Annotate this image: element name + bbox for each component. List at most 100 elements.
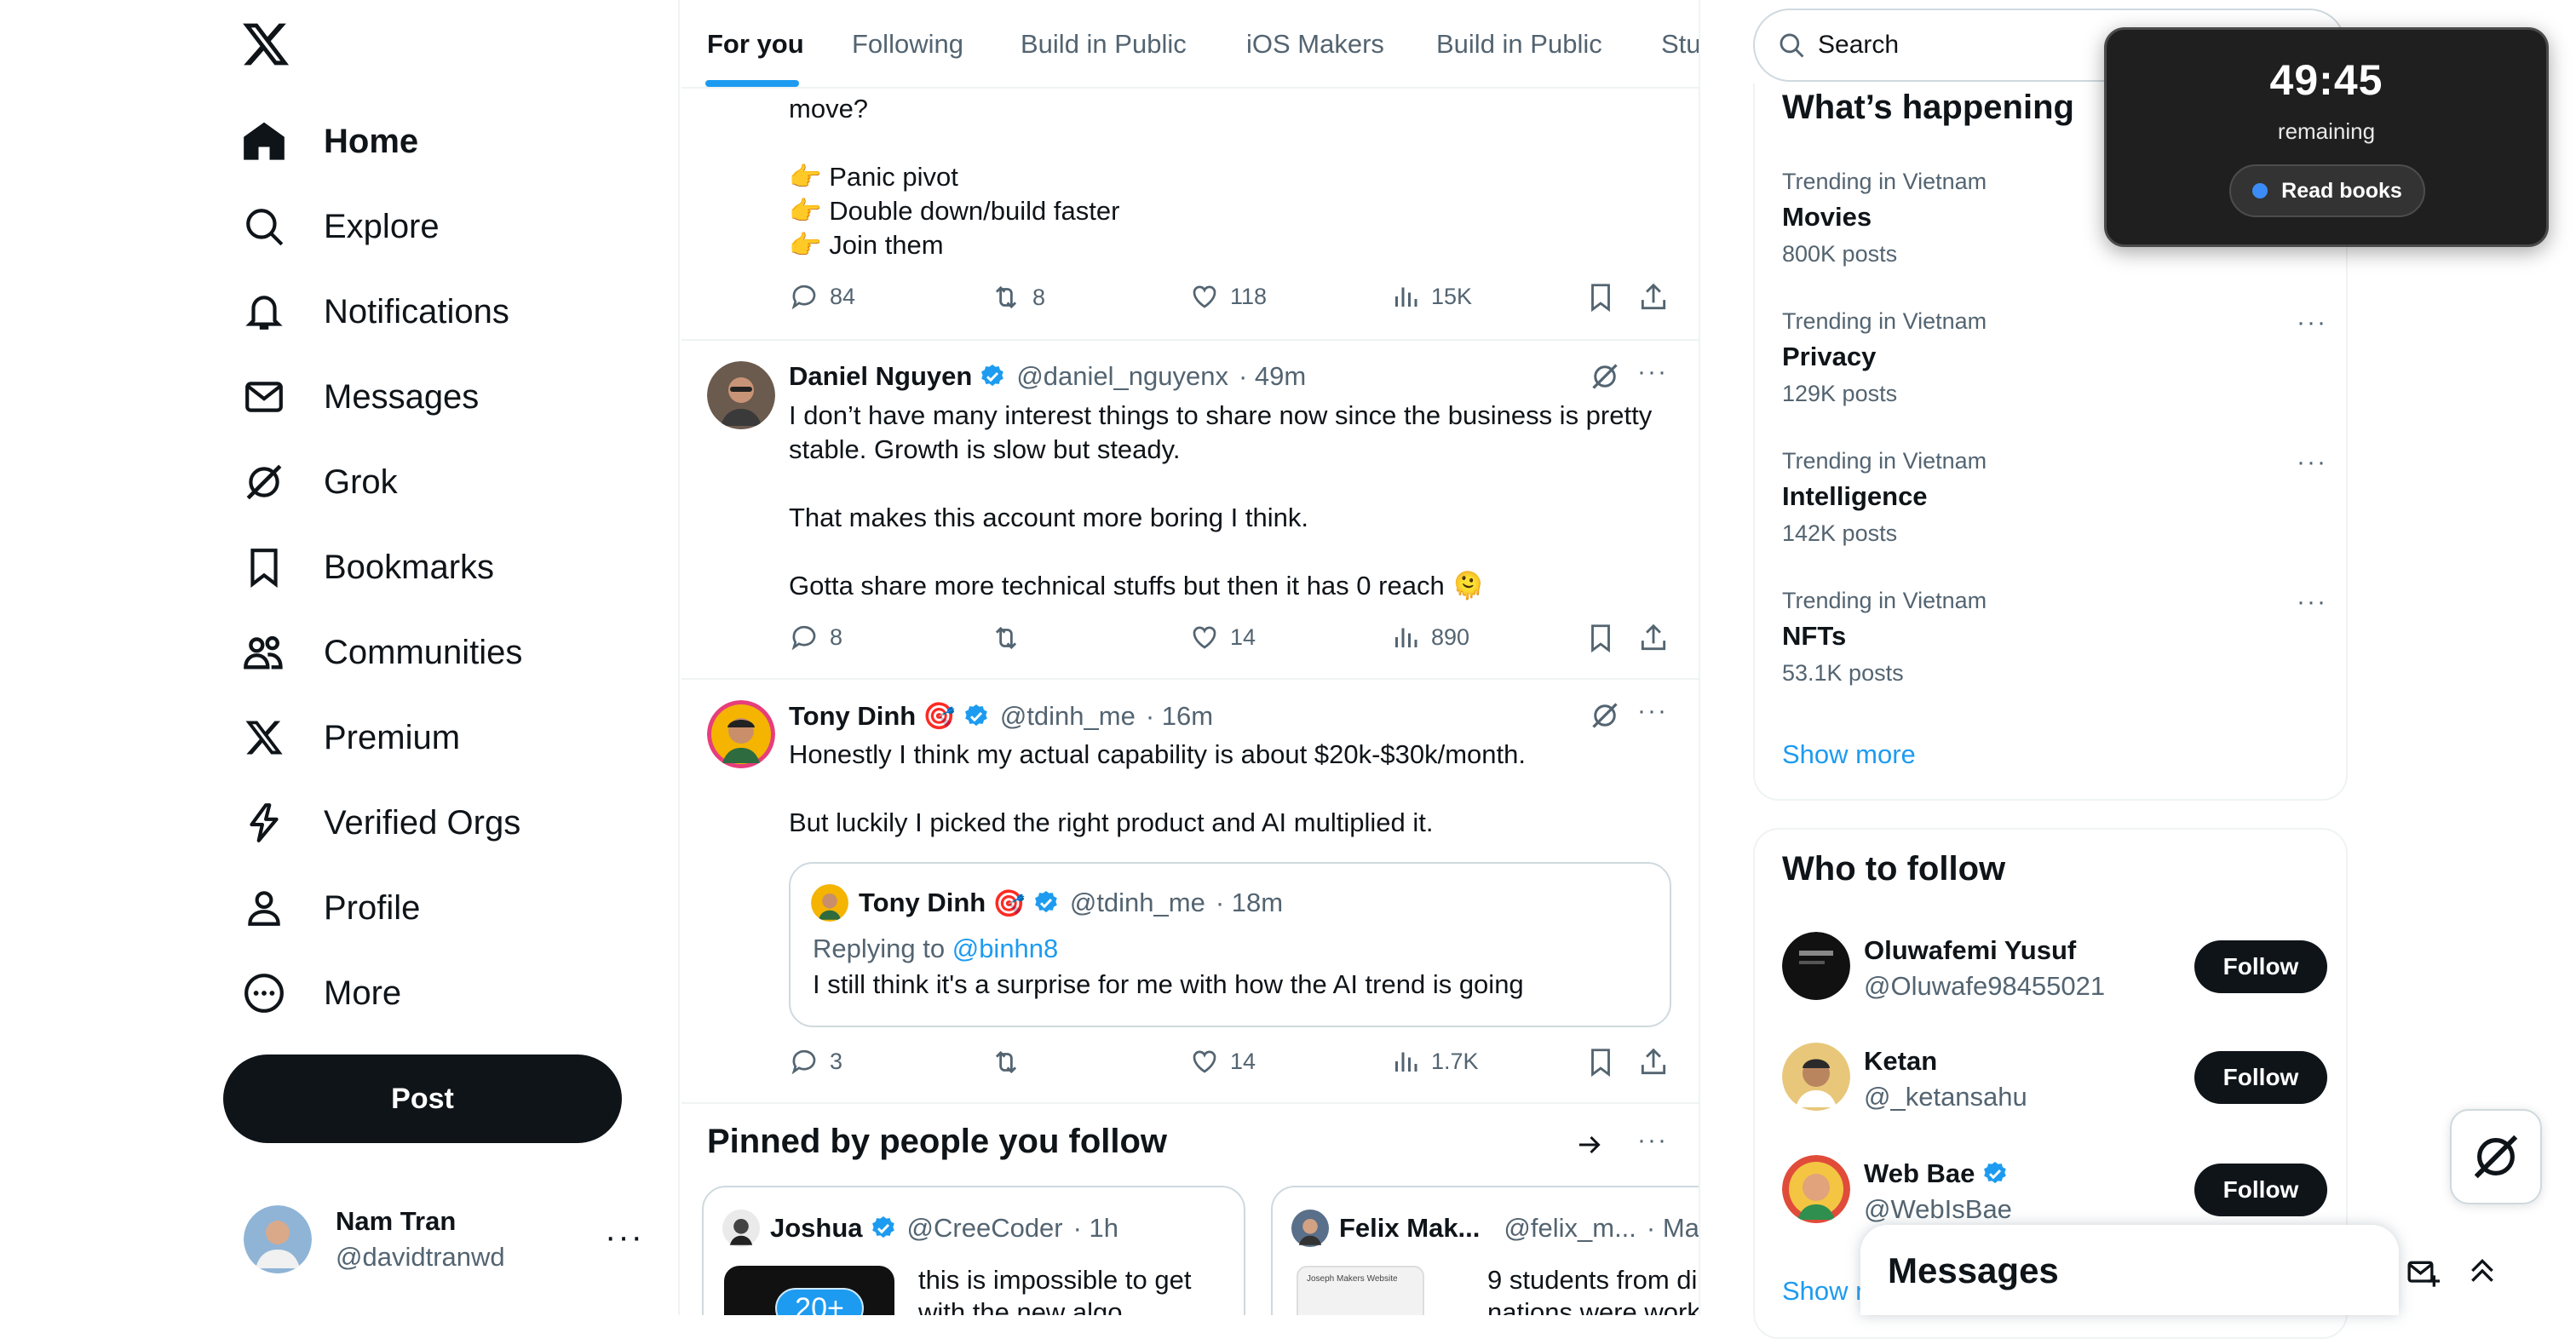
pinned-card[interactable]: Joshua @CreeCoder · 1h 20+ this is impos… xyxy=(702,1186,1245,1315)
nav-label-profile: Profile xyxy=(324,888,421,927)
avatar[interactable] xyxy=(707,700,775,768)
show-more-link[interactable]: Show more xyxy=(1782,739,1916,770)
timeline: For you Following Build in Public iOS Ma… xyxy=(681,0,1700,1315)
trend-item[interactable]: Trending in Vietnam NFTs 53.1K posts ··· xyxy=(1782,588,2327,715)
bookmark-button[interactable] xyxy=(1584,1046,1617,1078)
envelope-icon xyxy=(240,373,288,421)
more-dots-icon[interactable]: ··· xyxy=(2297,448,2327,477)
new-message-icon[interactable] xyxy=(2406,1256,2440,1290)
views-button[interactable]: 890 xyxy=(1390,622,1469,652)
messages-drawer[interactable]: Messages xyxy=(1860,1225,2493,1315)
author-handle[interactable]: @tdinh_me xyxy=(1000,701,1136,732)
tab-build-in-public-2[interactable]: Build in Public xyxy=(1436,29,1602,60)
follow-button[interactable]: Follow xyxy=(2194,940,2327,993)
pinned-card-thumbnail: 20+ xyxy=(724,1266,894,1315)
trend-item[interactable]: Trending in Vietnam Privacy 129K posts ·… xyxy=(1782,308,2327,436)
reply-button[interactable]: 8 xyxy=(789,622,842,652)
more-dots-icon[interactable]: ··· xyxy=(1637,358,1668,387)
bookmark-button[interactable] xyxy=(1584,622,1617,654)
tab-for-you[interactable]: For you xyxy=(707,29,804,60)
bookmark-button[interactable] xyxy=(1584,281,1617,313)
account-switcher[interactable]: Nam Tran @davidtranwd ··· xyxy=(244,1201,644,1278)
pinned-card[interactable]: Felix Mak... @felix_m... · May 1 Joseph … xyxy=(1271,1186,1700,1315)
retweet-button[interactable] xyxy=(990,622,1032,654)
more-dots-icon[interactable]: ··· xyxy=(2297,308,2327,337)
like-button[interactable]: 14 xyxy=(1189,622,1256,652)
nav-profile[interactable]: Profile xyxy=(240,874,420,942)
nav-premium[interactable]: Premium xyxy=(240,704,460,772)
tweet-time[interactable]: · 49m xyxy=(1239,361,1306,392)
avatar[interactable] xyxy=(707,361,775,429)
x-logo-icon[interactable] xyxy=(240,19,296,75)
views-button[interactable]: 1.7K xyxy=(1390,1046,1479,1077)
timer-task-chip[interactable]: Read books xyxy=(2229,164,2425,217)
who-to-follow-title: Who to follow xyxy=(1782,850,2006,888)
tweet-text: move? 👉 Panic pivot 👉 Double down/build … xyxy=(789,94,1120,260)
reply-icon xyxy=(791,625,816,651)
follow-suggestion[interactable]: Web Bae @WebIsBae Follow xyxy=(1782,1155,2327,1232)
tweet-time[interactable]: · 16m xyxy=(1146,701,1213,732)
nav-grok[interactable]: Grok xyxy=(240,448,398,516)
author-name[interactable]: Daniel Nguyen xyxy=(789,361,972,392)
nav-verified-orgs[interactable]: Verified Orgs xyxy=(240,789,520,857)
tab-ios-makers[interactable]: iOS Makers xyxy=(1246,29,1384,60)
follow-button[interactable]: Follow xyxy=(2194,1051,2327,1104)
tab-stu[interactable]: Stu xyxy=(1661,29,1699,60)
nav-communities[interactable]: Communities xyxy=(240,618,522,687)
follow-suggestion[interactable]: Ketan @_ketansahu Follow xyxy=(1782,1043,2327,1119)
trending-title: What’s happening xyxy=(1782,89,2074,126)
nav-label-home: Home xyxy=(324,122,419,160)
retweet-icon xyxy=(995,626,1017,650)
nav-notifications[interactable]: Notifications xyxy=(240,278,509,346)
timer-task-label: Read books xyxy=(2281,178,2402,203)
author-handle: @tdinh_me xyxy=(1069,888,1205,917)
author-name[interactable]: Tony Dinh xyxy=(789,701,916,732)
retweet-button[interactable] xyxy=(990,1046,1032,1078)
author-name: Felix Mak... xyxy=(1339,1213,1481,1243)
author-handle[interactable]: @daniel_nguyenx xyxy=(1016,361,1228,392)
chevron-up-icon[interactable] xyxy=(2465,1254,2499,1288)
nav-home[interactable]: Home xyxy=(240,107,418,175)
analytics-icon xyxy=(1395,1052,1417,1072)
share-button[interactable] xyxy=(1637,281,1670,313)
tweet-text: Honestly I think my actual capability is… xyxy=(789,739,1527,837)
pinned-card-text: 9 students from di nations were work xyxy=(1487,1265,1700,1315)
grok-icon[interactable] xyxy=(1590,700,1620,731)
more-dots-icon[interactable]: ··· xyxy=(1637,697,1668,726)
nav-explore[interactable]: Explore xyxy=(240,193,440,261)
views-button[interactable]: 15K xyxy=(1390,281,1472,312)
nav-messages[interactable]: Messages xyxy=(240,363,479,431)
search-input[interactable]: Search xyxy=(1818,31,1899,60)
thumbnail-caption: Joseph Makers Website xyxy=(1307,1274,1398,1284)
share-button[interactable] xyxy=(1637,1046,1670,1078)
nav-more[interactable]: More xyxy=(240,959,401,1027)
share-button[interactable] xyxy=(1637,622,1670,654)
heart-icon xyxy=(1193,1050,1216,1073)
tab-build-in-public[interactable]: Build in Public xyxy=(1021,29,1187,60)
tweet-time: · 18m xyxy=(1215,888,1284,917)
grok-icon[interactable] xyxy=(1590,361,1620,392)
pinned-card-header: Felix Mak... @felix_m... · May 1 xyxy=(1291,1210,1699,1247)
retweet-button[interactable]: 8 xyxy=(990,281,1045,313)
more-dots-icon[interactable]: ··· xyxy=(605,1218,644,1256)
post-button[interactable]: Post xyxy=(223,1055,622,1143)
more-dots-icon[interactable]: ··· xyxy=(2297,588,2327,617)
more-dots-icon[interactable]: ··· xyxy=(1637,1126,1668,1155)
reply-button[interactable]: 3 xyxy=(789,1046,842,1077)
author-handle: @CreeCoder xyxy=(906,1213,1063,1243)
like-button[interactable]: 118 xyxy=(1189,281,1267,312)
like-button[interactable]: 14 xyxy=(1189,1046,1256,1077)
follow-button[interactable]: Follow xyxy=(2194,1164,2327,1216)
nav-bookmarks[interactable]: Bookmarks xyxy=(240,533,494,601)
trend-item[interactable]: Trending in Vietnam Intelligence 142K po… xyxy=(1782,448,2327,576)
bookmark-icon xyxy=(1591,624,1610,653)
nav-label-bookmarks: Bookmarks xyxy=(324,548,495,586)
grok-floating-button[interactable] xyxy=(2450,1109,2542,1204)
follow-suggestion[interactable]: Oluwafemi Yusuf @Oluwafe98455021 Follow xyxy=(1782,932,2327,1009)
reply-button[interactable]: 84 xyxy=(789,281,855,312)
quoted-tweet[interactable]: Tony Dinh 🎯 @tdinh_me · 18m Replying to … xyxy=(789,862,1671,1027)
tab-following[interactable]: Following xyxy=(852,29,963,60)
retweet-icon xyxy=(995,1050,1017,1074)
arrow-right-icon[interactable] xyxy=(1574,1129,1605,1160)
focus-timer-widget[interactable]: 49:45 remaining Read books xyxy=(2104,27,2549,247)
